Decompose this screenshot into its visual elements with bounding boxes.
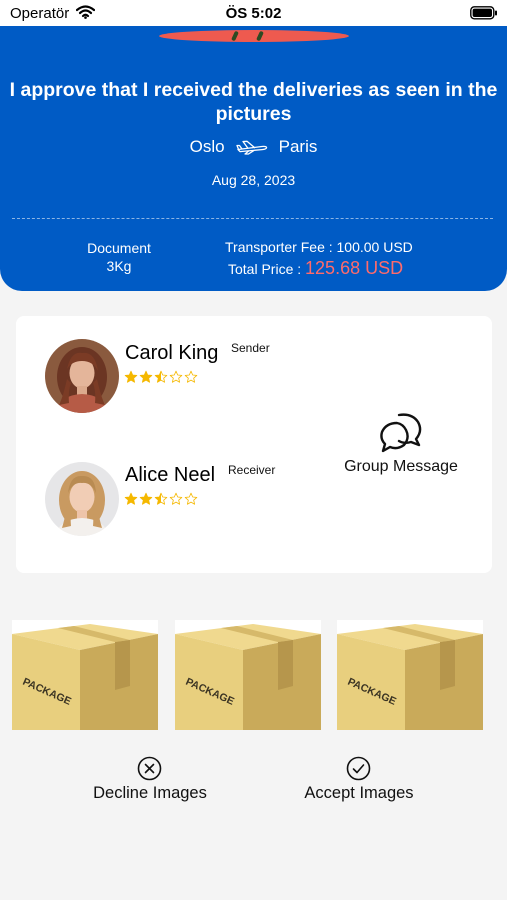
star-icon xyxy=(139,370,153,389)
package-image[interactable]: PACKAGE xyxy=(337,620,483,730)
accept-images-label: Accept Images xyxy=(304,784,414,802)
approval-headline: I approve that I received the deliveries… xyxy=(9,79,498,125)
star-icon xyxy=(124,370,138,389)
star-icon xyxy=(124,492,138,511)
origin-city: Oslo xyxy=(189,137,225,156)
receiver-name: Alice Neel xyxy=(125,464,216,486)
star-icon xyxy=(184,492,198,511)
star-icon xyxy=(169,492,183,511)
participants-card: Carol King Sender Alice Neel Receiver Gr… xyxy=(16,316,492,573)
sender-name: Carol King xyxy=(125,342,219,364)
star-icon xyxy=(184,370,198,389)
delivery-summary-header: I approve that I received the deliveries… xyxy=(0,26,507,291)
sender-avatar[interactable] xyxy=(45,339,119,413)
sender-rating xyxy=(124,370,198,389)
group-message-button[interactable]: Group Message xyxy=(336,411,466,481)
airplane-icon xyxy=(235,139,268,155)
package-weight: 3Kg xyxy=(106,258,132,274)
star-icon xyxy=(154,370,168,389)
decline-images-label: Decline Images xyxy=(93,784,207,802)
leaf-decoration xyxy=(231,30,239,42)
group-message-label: Group Message xyxy=(344,458,458,475)
star-icon xyxy=(169,370,183,389)
dashed-divider xyxy=(12,218,493,219)
transporter-fee: Transporter Fee : 100.00 USD xyxy=(225,239,413,255)
sender-role: Sender xyxy=(231,341,270,355)
destination-city: Paris xyxy=(278,137,318,156)
close-circle-icon xyxy=(137,756,162,786)
accept-images-button[interactable]: Accept Images xyxy=(269,756,449,806)
total-price: Total Price : 125.68 USD xyxy=(228,258,403,279)
status-time: ÖS 5:02 xyxy=(225,5,282,22)
receiver-avatar[interactable] xyxy=(45,462,119,536)
package-image[interactable]: PACKAGE xyxy=(175,620,321,730)
header-decoration xyxy=(159,30,349,42)
delivery-date: Aug 28, 2023 xyxy=(211,172,296,188)
package-image[interactable]: PACKAGE xyxy=(12,620,158,730)
decline-images-button[interactable]: Decline Images xyxy=(60,756,240,806)
package-type: Document xyxy=(87,240,151,256)
chat-bubbles-icon xyxy=(378,411,424,460)
battery-icon xyxy=(470,6,498,25)
receiver-rating xyxy=(124,492,198,511)
leaf-decoration xyxy=(256,30,264,42)
check-circle-icon xyxy=(346,756,371,786)
star-icon xyxy=(139,492,153,511)
total-price-label: Total Price : xyxy=(228,261,302,277)
route: Oslo Paris xyxy=(0,137,507,157)
package-info: Document 3Kg xyxy=(64,239,174,275)
star-icon xyxy=(154,492,168,511)
receiver-role: Receiver xyxy=(228,463,276,477)
total-price-amount: 125.68 USD xyxy=(305,258,404,278)
status-bar: Operatör ÖS 5:02 xyxy=(0,0,507,26)
